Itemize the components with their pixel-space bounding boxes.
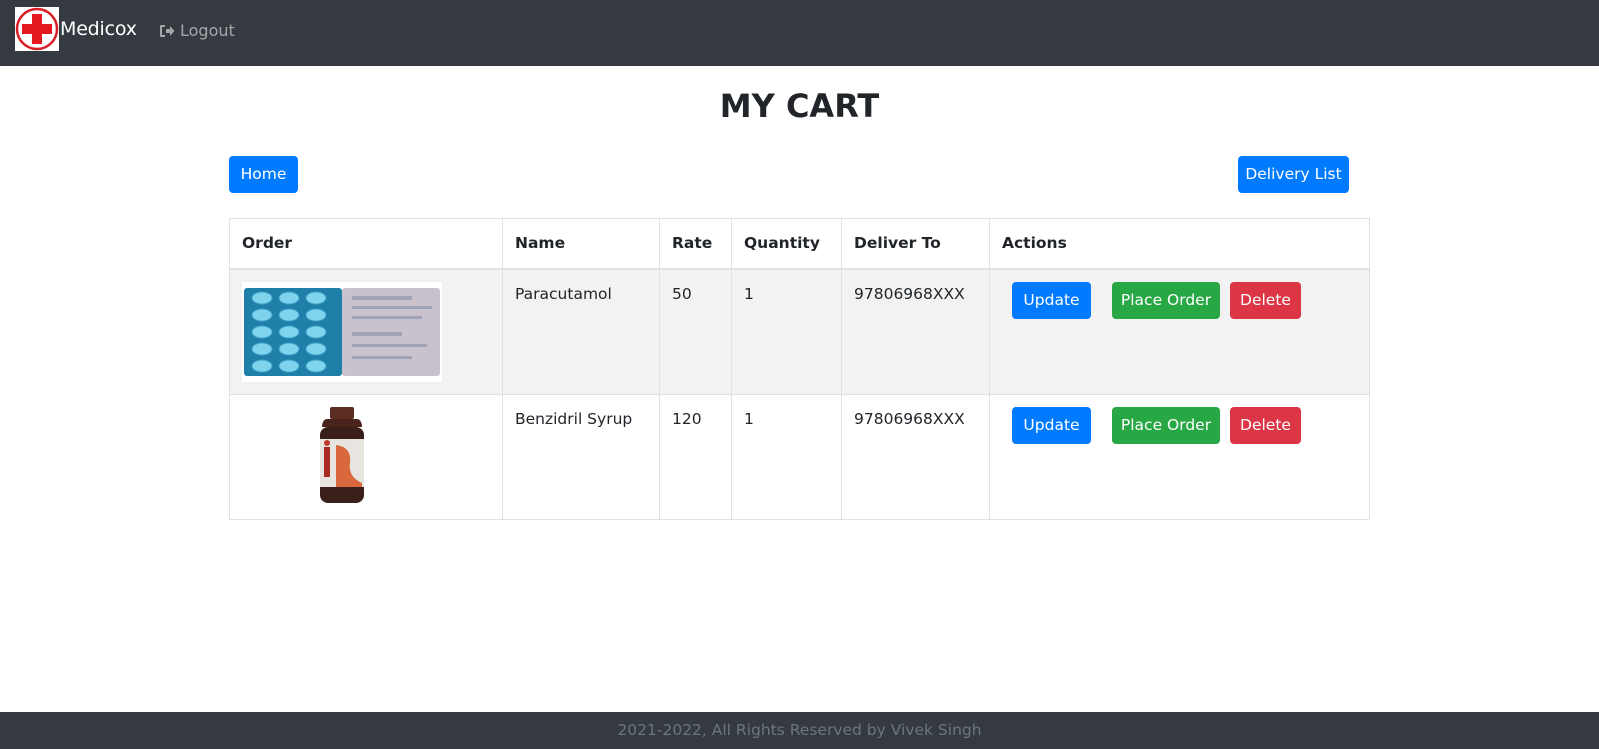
page-title: MY CART bbox=[719, 87, 880, 125]
item-name: Paracutamol bbox=[502, 268, 660, 395]
table-row: Paracutamol 50 1 97806968XXX Update Plac… bbox=[229, 268, 1370, 395]
item-quantity: 1 bbox=[731, 393, 842, 520]
sign-out-icon bbox=[160, 25, 175, 37]
place-order-button[interactable]: Place Order bbox=[1112, 281, 1220, 319]
logout-link[interactable]: Logout bbox=[159, 21, 235, 41]
delete-button[interactable]: Delete bbox=[1230, 406, 1301, 444]
update-button[interactable]: Update bbox=[1012, 281, 1091, 319]
update-button[interactable]: Update bbox=[1012, 406, 1091, 444]
header-quantity: Quantity bbox=[731, 218, 842, 270]
navbar: Medicox Logout bbox=[0, 0, 1599, 66]
footer-copyright: 2021-2022, All Rights Reserved by Vivek … bbox=[617, 721, 982, 739]
header-rate: Rate bbox=[659, 218, 732, 270]
item-rate: 120 bbox=[659, 393, 732, 520]
item-rate: 50 bbox=[659, 268, 732, 395]
header-order: Order bbox=[229, 218, 503, 270]
cart-table: Order Name Rate Quantity Deliver To Acti… bbox=[229, 218, 1370, 520]
actions-cell: Update Place Order Delete bbox=[989, 393, 1370, 520]
item-name: Benzidril Syrup bbox=[502, 393, 660, 520]
table-header-row: Order Name Rate Quantity Deliver To Acti… bbox=[229, 218, 1370, 270]
actions-cell: Update Place Order Delete bbox=[989, 268, 1370, 395]
footer: 2021-2022, All Rights Reserved by Vivek … bbox=[0, 712, 1599, 749]
place-order-button[interactable]: Place Order bbox=[1112, 406, 1220, 444]
home-button[interactable]: Home bbox=[229, 156, 298, 193]
header-deliver-to: Deliver To bbox=[841, 218, 990, 270]
order-image-cell bbox=[229, 393, 503, 520]
logout-label: Logout bbox=[180, 21, 235, 40]
syrup-bottle-image bbox=[302, 406, 382, 507]
order-image-cell bbox=[229, 268, 503, 395]
item-deliver-to: 97806968XXX bbox=[841, 268, 990, 395]
header-name: Name bbox=[502, 218, 660, 270]
delivery-list-button[interactable]: Delivery List bbox=[1238, 156, 1349, 193]
tablet-blister-image bbox=[242, 281, 442, 382]
header-actions: Actions bbox=[989, 218, 1370, 270]
medical-cross-logo-icon[interactable] bbox=[15, 7, 59, 51]
item-deliver-to: 97806968XXX bbox=[841, 393, 990, 520]
table-row: Benzidril Syrup 120 1 97806968XXX Update… bbox=[229, 393, 1370, 520]
delete-button[interactable]: Delete bbox=[1230, 281, 1301, 319]
item-quantity: 1 bbox=[731, 268, 842, 395]
brand-name[interactable]: Medicox bbox=[60, 17, 137, 41]
